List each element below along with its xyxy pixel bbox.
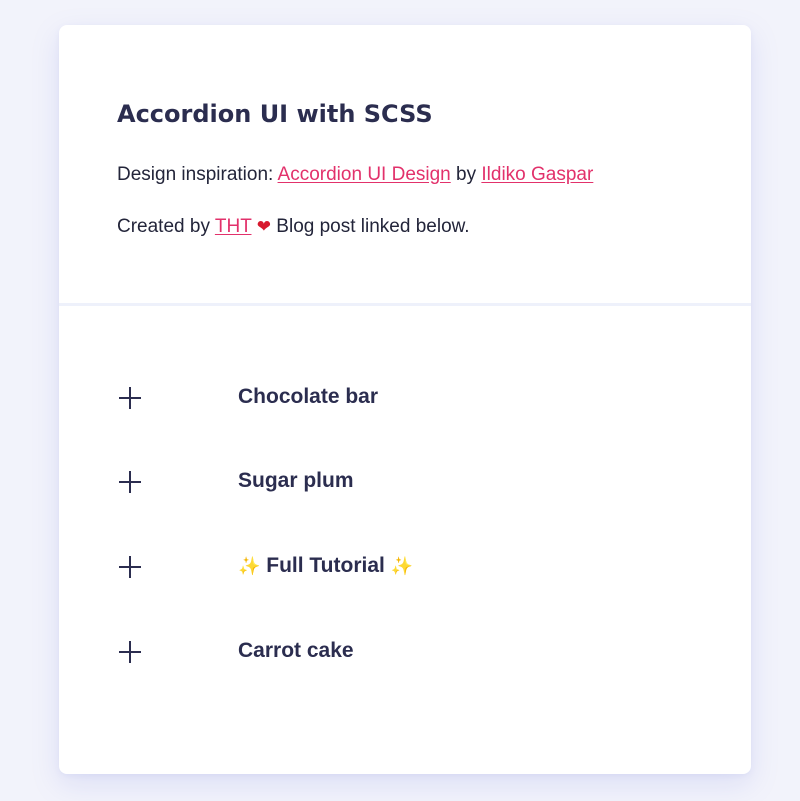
accordion-ui-design-link[interactable]: Accordion UI Design — [278, 164, 451, 185]
by-text: by — [450, 164, 482, 185]
plus-icon — [117, 553, 145, 581]
page-title: Accordion UI with SCSS — [117, 100, 433, 128]
accordion-item-carrot-cake[interactable]: Carrot cake — [117, 624, 697, 668]
accordion-item-label: Sugar plum — [238, 469, 354, 492]
accordion-item-full-tutorial[interactable]: ✨ Full Tutorial ✨ — [117, 539, 697, 583]
intro-section: Accordion UI with SCSS Design inspiratio… — [59, 25, 751, 306]
accordion-item-chocolate-bar[interactable]: Chocolate bar — [117, 370, 697, 414]
created-prefix: Created by — [117, 216, 215, 237]
heart-icon: ❤ — [256, 217, 272, 236]
sparkles-icon: ✨ — [390, 556, 414, 576]
plus-icon — [117, 638, 145, 666]
design-inspiration-line: Design inspiration: Accordion UI Design … — [117, 163, 593, 187]
plus-icon — [117, 384, 145, 412]
accordion-item-label: Chocolate bar — [238, 385, 379, 408]
accordion-item-label-with-sparkles: ✨ Full Tutorial ✨ — [238, 553, 413, 579]
inspiration-prefix: Design inspiration: — [117, 164, 278, 185]
created-by-line: Created by THT ❤ Blog post linked below. — [117, 215, 470, 239]
accordion-item-sugar-plum[interactable]: Sugar plum — [117, 454, 697, 498]
sparkles-icon: ✨ — [238, 556, 261, 576]
accordion-item-label: Carrot cake — [238, 639, 354, 662]
created-suffix: Blog post linked below. — [271, 216, 470, 237]
plus-icon — [117, 468, 145, 496]
accordion-item-label: Full Tutorial — [260, 554, 391, 577]
tht-link[interactable]: THT — [215, 216, 252, 237]
accordion-card: Accordion UI with SCSS Design inspiratio… — [59, 25, 751, 774]
ildiko-gaspar-link[interactable]: Ildiko Gaspar — [481, 164, 593, 185]
